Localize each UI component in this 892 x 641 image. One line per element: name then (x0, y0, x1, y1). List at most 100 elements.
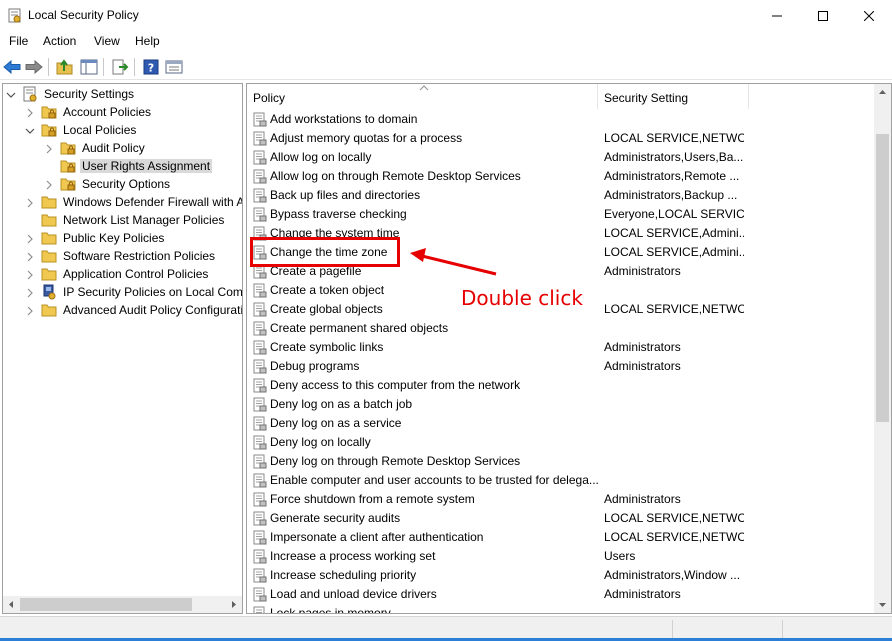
policy-row-back-up-files-and-directories[interactable]: Back up files and directories Administrat… (247, 186, 877, 205)
list-vertical-scrollbar[interactable] (874, 84, 891, 613)
policy-setting: Administrators (604, 340, 681, 354)
chevron-down-icon[interactable] (25, 125, 35, 135)
column-header-security-setting-label: Security Setting (604, 91, 689, 105)
tree-item-account-policies[interactable]: Account Policies (3, 103, 242, 121)
policy-row-increase-a-process-working-set[interactable]: Increase a process working set Users (247, 547, 877, 566)
policy-row-deny-log-on-through-remote-desktop-services[interactable]: Deny log on through Remote Desktop Servi… (247, 452, 877, 471)
menu-help[interactable]: Help (135, 34, 160, 48)
export-list-button[interactable] (110, 57, 130, 77)
export-list-icon (112, 59, 129, 75)
policy-row-force-shutdown-from-a-remote-system[interactable]: Force shutdown from a remote system Admin… (247, 490, 877, 509)
policy-setting: Users (604, 549, 636, 563)
list-scroll-thumb[interactable] (876, 134, 889, 422)
menu-file[interactable]: File (9, 34, 28, 48)
policy-icon (253, 606, 267, 613)
chevron-right-icon[interactable] (25, 269, 35, 280)
security-settings-icon (22, 86, 38, 102)
policy-icon (253, 473, 267, 488)
policy-setting: Everyone,LOCAL SERVIC... (604, 207, 744, 221)
scroll-down-icon[interactable] (877, 599, 888, 610)
chevron-right-icon[interactable] (25, 305, 35, 316)
show-hide-tree-button[interactable] (79, 57, 99, 77)
policy-row-adjust-memory-quotas-for-a-process[interactable]: Adjust memory quotas for a process LOCAL … (247, 129, 877, 148)
tree-item-advanced-audit-policy-configuration[interactable]: Advanced Audit Policy Configuration (3, 301, 242, 319)
policy-setting: Administrators (604, 492, 681, 506)
policy-name: Allow log on locally (270, 150, 372, 164)
policy-row-create-permanent-shared-objects[interactable]: Create permanent shared objects (247, 319, 877, 338)
chevron-right-icon[interactable] (44, 143, 54, 154)
console-view-button[interactable] (164, 57, 184, 77)
policy-row-create-a-pagefile[interactable]: Create a pagefile Administrators (247, 262, 877, 281)
policy-row-bypass-traverse-checking[interactable]: Bypass traverse checking Everyone,LOCAL S… (247, 205, 877, 224)
policy-row-increase-scheduling-priority[interactable]: Increase scheduling priority Administrato… (247, 566, 877, 585)
scroll-left-icon[interactable] (6, 599, 17, 610)
chevron-right-icon[interactable] (25, 233, 35, 244)
policy-row-allow-log-on-through-remote-desktop-services[interactable]: Allow log on through Remote Desktop Serv… (247, 167, 877, 186)
policy-row-add-workstations-to-domain[interactable]: Add workstations to domain (247, 110, 877, 129)
column-header-policy-label: Policy (253, 91, 286, 105)
help-button[interactable]: ? (141, 57, 161, 77)
policy-row-debug-programs[interactable]: Debug programs Administrators (247, 357, 877, 376)
chevron-right-icon[interactable] (44, 179, 54, 190)
forward-button[interactable] (24, 57, 44, 77)
policy-row-deny-log-on-as-a-service[interactable]: Deny log on as a service (247, 414, 877, 433)
tree-item-network-list-manager-policies[interactable]: Network List Manager Policies (3, 211, 242, 229)
folder-icon (41, 302, 57, 318)
up-one-level-button[interactable] (55, 57, 75, 77)
policy-row-allow-log-on-locally[interactable]: Allow log on locally Administrators,Users… (247, 148, 877, 167)
column-header-security-setting[interactable]: Security Setting (598, 84, 748, 109)
policy-icon (253, 587, 267, 602)
menu-view[interactable]: View (94, 34, 120, 48)
back-arrow-icon (3, 60, 21, 74)
policy-row-lock-pages-in-memory[interactable]: Lock pages in memory (247, 604, 877, 613)
policy-row-deny-access-to-this-computer-from-the-network[interactable]: Deny access to this computer from the ne… (247, 376, 877, 395)
policy-name: Change the system time (270, 226, 400, 240)
tree-item-application-control-policies[interactable]: Application Control Policies (3, 265, 242, 283)
minimize-button[interactable] (754, 0, 800, 31)
close-button[interactable] (846, 0, 892, 31)
tree-item-security-options[interactable]: Security Options (3, 175, 242, 193)
chevron-right-icon[interactable] (25, 107, 35, 118)
tree-item-windows-defender-firewall-with-adva[interactable]: Windows Defender Firewall with Adva (3, 193, 242, 211)
policy-name: Force shutdown from a remote system (270, 492, 475, 506)
policy-row-create-symbolic-links[interactable]: Create symbolic links Administrators (247, 338, 877, 357)
column-header-policy[interactable]: Policy (247, 84, 597, 109)
policy-icon (253, 530, 267, 545)
tree-item-security-settings[interactable]: Security Settings (3, 85, 242, 103)
chevron-right-icon[interactable] (25, 287, 35, 298)
policy-name: Load and unload device drivers (270, 587, 437, 601)
back-button[interactable] (2, 57, 22, 77)
policy-icon (253, 568, 267, 583)
policy-setting: LOCAL SERVICE,NETWO... (604, 131, 744, 145)
tree-item-software-restriction-policies[interactable]: Software Restriction Policies (3, 247, 242, 265)
policy-icon (253, 416, 267, 431)
scroll-up-icon[interactable] (877, 87, 888, 98)
chevron-right-icon[interactable] (25, 251, 35, 262)
policy-row-load-and-unload-device-drivers[interactable]: Load and unload device drivers Administra… (247, 585, 877, 604)
tree-scroll-thumb[interactable] (20, 598, 192, 611)
policy-row-change-the-time-zone[interactable]: Change the time zone LOCAL SERVICE,Admini… (247, 243, 877, 262)
tree-item-label: Account Policies (63, 105, 152, 119)
menu-action[interactable]: Action (43, 34, 76, 48)
tree-item-public-key-policies[interactable]: Public Key Policies (3, 229, 242, 247)
tree-item-local-policies[interactable]: Local Policies (3, 121, 242, 139)
tree-item-ip-security-policies-on-local-compute[interactable]: IP Security Policies on Local Compute (3, 283, 242, 301)
tree-horizontal-scrollbar[interactable] (3, 596, 242, 613)
scroll-right-icon[interactable] (228, 599, 239, 610)
policy-row-generate-security-audits[interactable]: Generate security audits LOCAL SERVICE,NE… (247, 509, 877, 528)
tree-item-label: Network List Manager Policies (63, 213, 225, 227)
policy-row-deny-log-on-as-a-batch-job[interactable]: Deny log on as a batch job (247, 395, 877, 414)
policy-row-enable-computer-and-user-accounts-to-be-trusted-for-delega[interactable]: Enable computer and user accounts to be … (247, 471, 877, 490)
policy-row-impersonate-a-client-after-authentication[interactable]: Impersonate a client after authenticatio… (247, 528, 877, 547)
tree-pane[interactable]: Security Settings Account Policies Local P… (2, 83, 243, 614)
policy-icon (253, 321, 267, 336)
tree-item-audit-policy[interactable]: Audit Policy (3, 139, 242, 157)
policy-row-deny-log-on-locally[interactable]: Deny log on locally (247, 433, 877, 452)
chevron-down-icon[interactable] (6, 89, 16, 99)
tree-item-user-rights-assignment[interactable]: User Rights Assignment (3, 157, 242, 175)
policy-list-pane[interactable]: Policy Security Setting Add workstations… (246, 83, 892, 614)
chevron-right-icon[interactable] (25, 197, 35, 208)
policy-row-change-the-system-time[interactable]: Change the system time LOCAL SERVICE,Admi… (247, 224, 877, 243)
maximize-button[interactable] (800, 0, 846, 31)
up-folder-icon (56, 59, 73, 75)
